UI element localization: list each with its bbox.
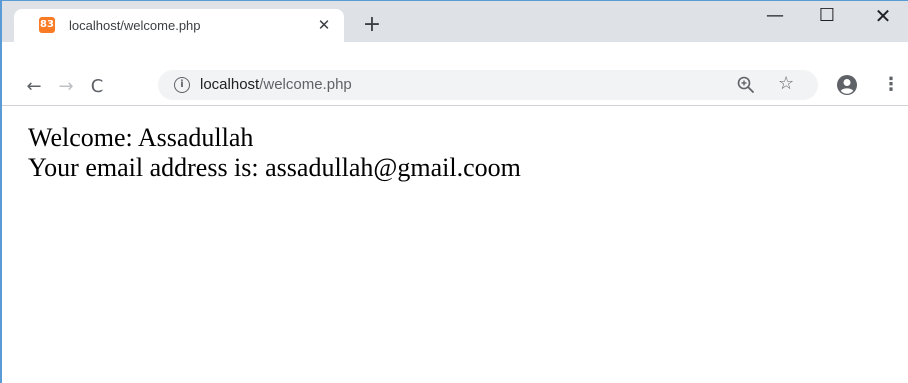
menu-kebab-icon[interactable]: ⋮ — [882, 74, 900, 96]
browser-toolbar: ← → C i localhost/welcome.php ☆ ⋮ — [2, 42, 908, 106]
welcome-text: Welcome: Assadullah — [28, 123, 254, 152]
back-arrow-icon[interactable]: ← — [24, 76, 44, 98]
tab-active[interactable]: 83 localhost/welcome.php ✕ — [14, 9, 344, 42]
zoom-icon[interactable] — [736, 75, 756, 95]
page-viewport: Welcome: Assadullah Your email address i… — [2, 107, 908, 383]
minimize-icon[interactable]: — — [750, 1, 800, 33]
url-text[interactable]: localhost/welcome.php — [200, 76, 352, 94]
browser-window: 83 localhost/welcome.php ✕ + — ☐ ✕ ← → C… — [0, 0, 908, 383]
tab-strip: 83 localhost/welcome.php ✕ + — ☐ ✕ — [2, 1, 908, 42]
bookmark-star-icon[interactable]: ☆ — [778, 73, 794, 95]
account-avatar-icon[interactable] — [836, 74, 858, 96]
tab-title: localhost/welcome.php — [69, 18, 201, 33]
email-text: Your email address is: assadullah@gmail.… — [28, 153, 521, 182]
close-window-icon[interactable]: ✕ — [858, 1, 908, 33]
url-host: localhost — [200, 76, 260, 93]
site-info-icon[interactable]: i — [174, 77, 190, 93]
page-content: Welcome: Assadullah Your email address i… — [28, 123, 521, 183]
address-bar[interactable]: i localhost/welcome.php ☆ — [158, 70, 818, 100]
xampp-favicon-icon: 83 — [39, 17, 55, 33]
new-tab-icon[interactable]: + — [360, 14, 384, 38]
url-path: /welcome.php — [259, 76, 352, 93]
reload-icon[interactable]: C — [86, 76, 108, 98]
maximize-icon[interactable]: ☐ — [802, 1, 852, 33]
close-tab-icon[interactable]: ✕ — [314, 15, 334, 35]
forward-arrow-icon[interactable]: → — [56, 76, 76, 98]
